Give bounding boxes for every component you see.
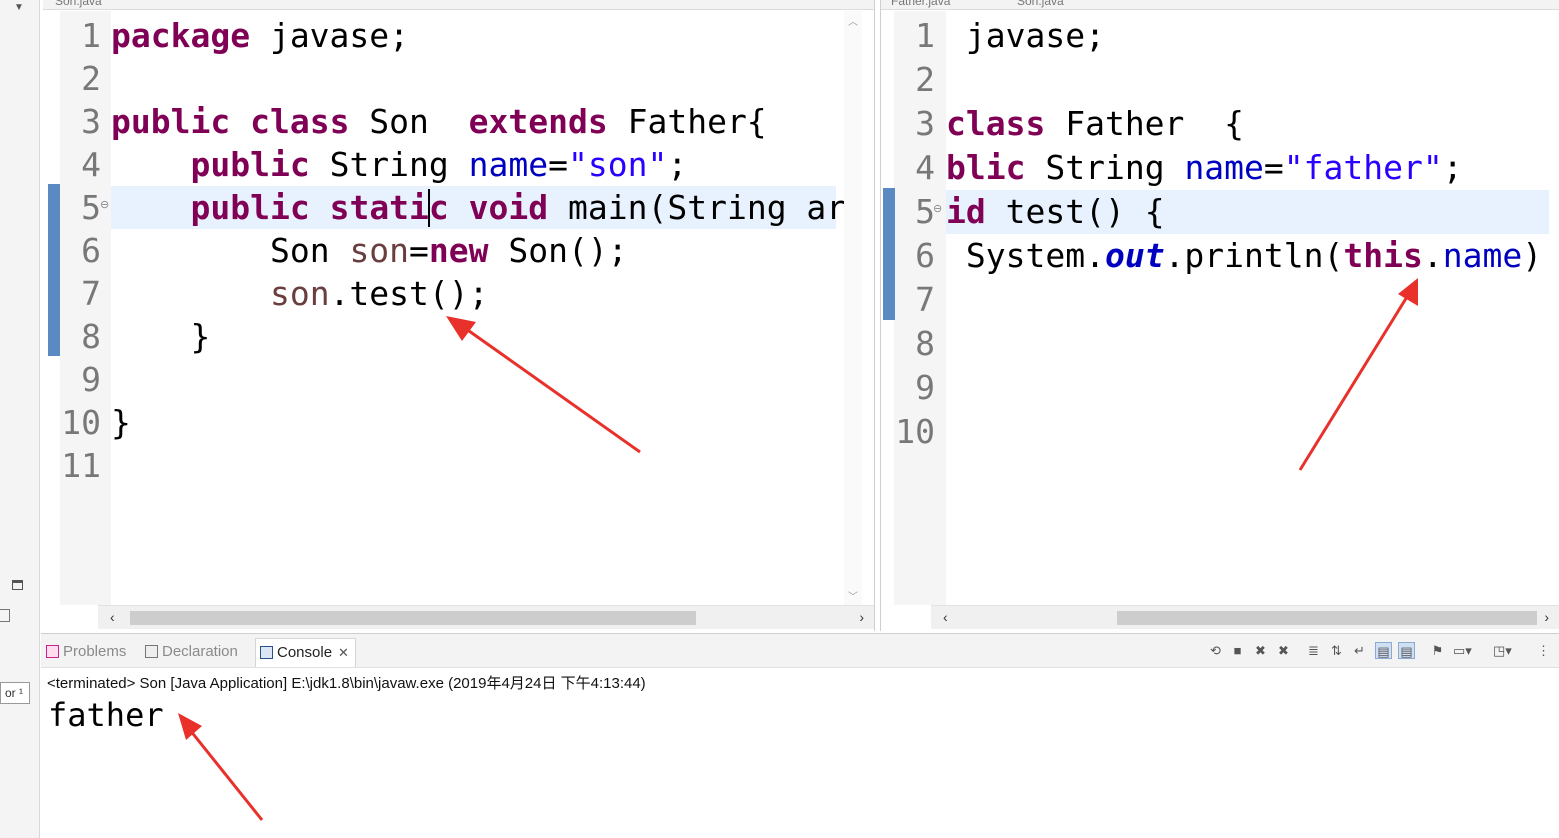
tab-console[interactable]: Console ✕ bbox=[255, 638, 356, 667]
line-number: 4 bbox=[915, 148, 935, 187]
line-number: 11 bbox=[61, 446, 101, 485]
vertical-scrollbar[interactable]: ︿ ﹀ bbox=[844, 11, 862, 605]
editor-tab-bar: Son.java bbox=[43, 0, 874, 10]
line-number: 7 bbox=[81, 274, 101, 313]
scroll-lock-icon[interactable]: ⇅ bbox=[1328, 642, 1345, 659]
tab-declaration[interactable]: Declaration bbox=[145, 643, 238, 660]
horizontal-scrollbar[interactable]: ‹ › bbox=[931, 605, 1559, 629]
fold-icon[interactable]: ⊖ bbox=[933, 202, 942, 215]
declaration-icon bbox=[145, 645, 158, 658]
father-java-editor[interactable]: Father.java Son.java 1 2 3 4 5 ⊖ 6 7 8 9… bbox=[880, 0, 1559, 631]
restore-icon[interactable] bbox=[12, 580, 23, 590]
line-number: 8 bbox=[915, 324, 935, 363]
code-area[interactable]: javase; class Father { blic String name=… bbox=[946, 11, 1549, 605]
terminate-icon[interactable]: ■ bbox=[1229, 642, 1246, 659]
code-line-6: Son son=new Son(); bbox=[269, 231, 628, 270]
line-number: 1 bbox=[81, 16, 101, 55]
fold-icon[interactable]: ⊖ bbox=[100, 198, 109, 211]
console-toolbar: ⟲ ■ ✖ ✖ ≣ ⇅ ↵ ▤ ▤ ⚑ ▭▾ ◳▾ ⋮ bbox=[1201, 642, 1551, 660]
remove-launch-icon[interactable]: ✖ bbox=[1252, 642, 1269, 659]
console-output[interactable]: father bbox=[48, 696, 164, 734]
code-area[interactable]: package javase; public class Son extends… bbox=[111, 11, 846, 605]
line-number: 6 bbox=[915, 236, 935, 275]
son-java-editor[interactable]: Son.java 1 2 3 4 5 ⊖ 6 7 8 9 10 11 packa… bbox=[43, 0, 875, 631]
console-icon bbox=[260, 646, 273, 659]
line-number: 10 bbox=[61, 403, 101, 442]
display-console-icon[interactable]: ▭▾ bbox=[1453, 642, 1472, 659]
code-line-5: id test() { bbox=[946, 192, 1165, 231]
code-line-5: public static void main(String ar bbox=[190, 188, 847, 227]
show-on-output-icon[interactable]: ▤ bbox=[1375, 642, 1392, 659]
tab-problems[interactable]: Problems bbox=[46, 643, 126, 660]
word-wrap-icon[interactable]: ≣ bbox=[1305, 642, 1322, 659]
scroll-up-icon[interactable]: ︿ bbox=[844, 13, 862, 28]
tab-son-java[interactable]: Son.java bbox=[55, 0, 102, 8]
open-console-icon[interactable]: ◳▾ bbox=[1493, 642, 1512, 659]
scrollbar-thumb[interactable] bbox=[1117, 611, 1537, 625]
console-view[interactable]: Problems Declaration Console ✕ ⟲ ■ ✖ ✖ ≣ … bbox=[41, 633, 1559, 838]
console-status-line: <terminated> Son [Java Application] E:\j… bbox=[47, 675, 646, 692]
code-line-3: class Father { bbox=[946, 104, 1245, 143]
left-side-strip: ▼ or ¹ bbox=[0, 0, 40, 838]
word-wrap-toggle-icon[interactable]: ↵ bbox=[1351, 642, 1368, 659]
horizontal-scrollbar[interactable]: ‹ › bbox=[98, 605, 874, 629]
line-number: 3 bbox=[915, 104, 935, 143]
tab-son-java[interactable]: Son.java bbox=[1017, 0, 1064, 8]
scroll-left-icon[interactable]: ‹ bbox=[110, 609, 115, 625]
line-number: 7 bbox=[915, 280, 935, 319]
line-number: 10 bbox=[895, 412, 935, 451]
view-tab-bar: Problems Declaration Console ✕ ⟲ ■ ✖ ✖ ≣ … bbox=[41, 634, 1559, 668]
side-filter-input[interactable]: or ¹ bbox=[0, 682, 30, 704]
editor-tab-bar: Father.java Son.java bbox=[881, 0, 1559, 10]
code-line-8: } bbox=[111, 317, 211, 356]
line-number: 5 bbox=[915, 192, 935, 231]
chevron-down-icon[interactable]: ▼ bbox=[14, 2, 24, 13]
problems-icon bbox=[46, 645, 59, 658]
code-line-7: son.test(); bbox=[269, 274, 489, 313]
line-number: 4 bbox=[81, 145, 101, 184]
code-line-4: public String name="son"; bbox=[190, 145, 688, 184]
line-number: 8 bbox=[81, 317, 101, 356]
pin-icon[interactable]: ⟲ bbox=[1207, 642, 1224, 659]
scroll-right-icon[interactable]: › bbox=[1544, 609, 1549, 625]
code-line-4: blic String name="father"; bbox=[946, 148, 1463, 187]
line-number: 1 bbox=[915, 16, 935, 55]
code-line-3: public class Son extends Father{ bbox=[111, 102, 767, 141]
code-line-1: package javase; bbox=[111, 16, 410, 55]
scrollbar-thumb[interactable] bbox=[130, 611, 696, 625]
pin-console-icon[interactable]: ⚑ bbox=[1429, 642, 1446, 659]
tab-father-java[interactable]: Father.java bbox=[891, 0, 950, 8]
code-line-1: javase; bbox=[946, 16, 1105, 55]
line-number: 3 bbox=[81, 102, 101, 141]
line-number: 2 bbox=[81, 59, 101, 98]
scroll-down-icon[interactable]: ﹀ bbox=[844, 588, 862, 603]
view-menu-icon[interactable]: ⋮ bbox=[1535, 642, 1552, 659]
code-line-10: } bbox=[111, 403, 131, 442]
line-number: 5 bbox=[81, 188, 101, 227]
close-icon[interactable]: ✕ bbox=[338, 645, 349, 660]
show-on-error-icon[interactable]: ▤ bbox=[1398, 642, 1415, 659]
side-panel-icon[interactable] bbox=[0, 609, 10, 622]
line-number: 2 bbox=[915, 60, 935, 99]
remove-all-icon[interactable]: ✖ bbox=[1275, 642, 1292, 659]
code-line-6: System.out.println(this.name) bbox=[946, 236, 1543, 275]
scroll-left-icon[interactable]: ‹ bbox=[943, 609, 948, 625]
scroll-right-icon[interactable]: › bbox=[859, 609, 864, 625]
line-number: 6 bbox=[81, 231, 101, 270]
line-number: 9 bbox=[81, 360, 101, 399]
line-number: 9 bbox=[915, 368, 935, 407]
